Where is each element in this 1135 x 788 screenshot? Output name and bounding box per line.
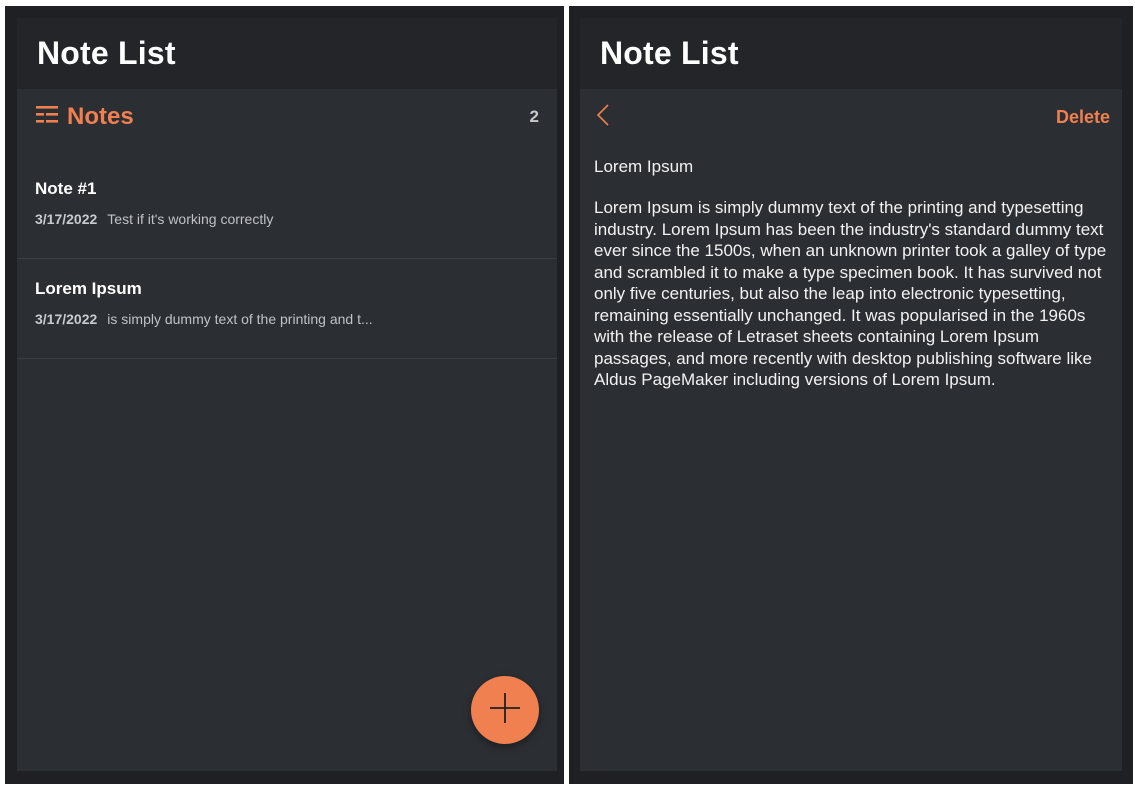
app-title: Note List (37, 35, 176, 71)
note-list-item[interactable]: Lorem Ipsum 3/17/2022 is simply dummy tex… (17, 259, 557, 359)
plus-icon (488, 691, 522, 730)
note-title: Note #1 (35, 179, 97, 198)
add-note-button[interactable] (471, 676, 539, 744)
note-meta: 3/17/2022 Test if it's working correctly (35, 211, 539, 227)
app-title: Note List (600, 35, 739, 71)
note-preview: is simply dummy text of the printing and… (107, 311, 373, 327)
note-date: 3/17/2022 (35, 311, 98, 327)
note-date: 3/17/2022 (35, 211, 98, 227)
note-detail-text: Lorem Ipsum is simply dummy text of the … (594, 198, 1107, 389)
note-list-frame: Note List Notes 2 Note #1 3/17/2022 Test… (5, 6, 564, 784)
note-title: Lorem Ipsum (35, 279, 142, 298)
notes-section-title-group: Notes (35, 103, 134, 131)
back-button[interactable] (596, 102, 620, 132)
detail-toolbar: Delete (580, 89, 1122, 145)
delete-button[interactable]: Delete (1056, 107, 1110, 128)
note-detail-frame: Note List Delete Lorem Ipsum Lorem Ipsum… (569, 6, 1133, 784)
app-bar: Note List (17, 18, 557, 89)
note-preview: Test if it's working correctly (107, 211, 274, 227)
note-meta: 3/17/2022 is simply dummy text of the pri… (35, 311, 539, 327)
app-bar: Note List (580, 18, 1122, 89)
note-list-item[interactable]: Note #1 3/17/2022 Test if it's working co… (17, 159, 557, 259)
chevron-left-icon (596, 103, 610, 132)
note-detail-title: Lorem Ipsum (594, 157, 694, 176)
note-detail-body: Lorem Ipsum Lorem Ipsum is simply dummy … (580, 145, 1122, 391)
note-list: Note #1 3/17/2022 Test if it's working co… (17, 159, 557, 359)
note-list-screen: Note List Notes 2 Note #1 3/17/2022 Test… (17, 18, 557, 771)
note-count: 2 (529, 107, 539, 126)
note-detail-screen: Note List Delete Lorem Ipsum Lorem Ipsum… (580, 18, 1122, 771)
list-icon (35, 103, 59, 131)
notes-section-header: Notes 2 (17, 89, 557, 145)
notes-section-title: Notes (67, 103, 134, 130)
